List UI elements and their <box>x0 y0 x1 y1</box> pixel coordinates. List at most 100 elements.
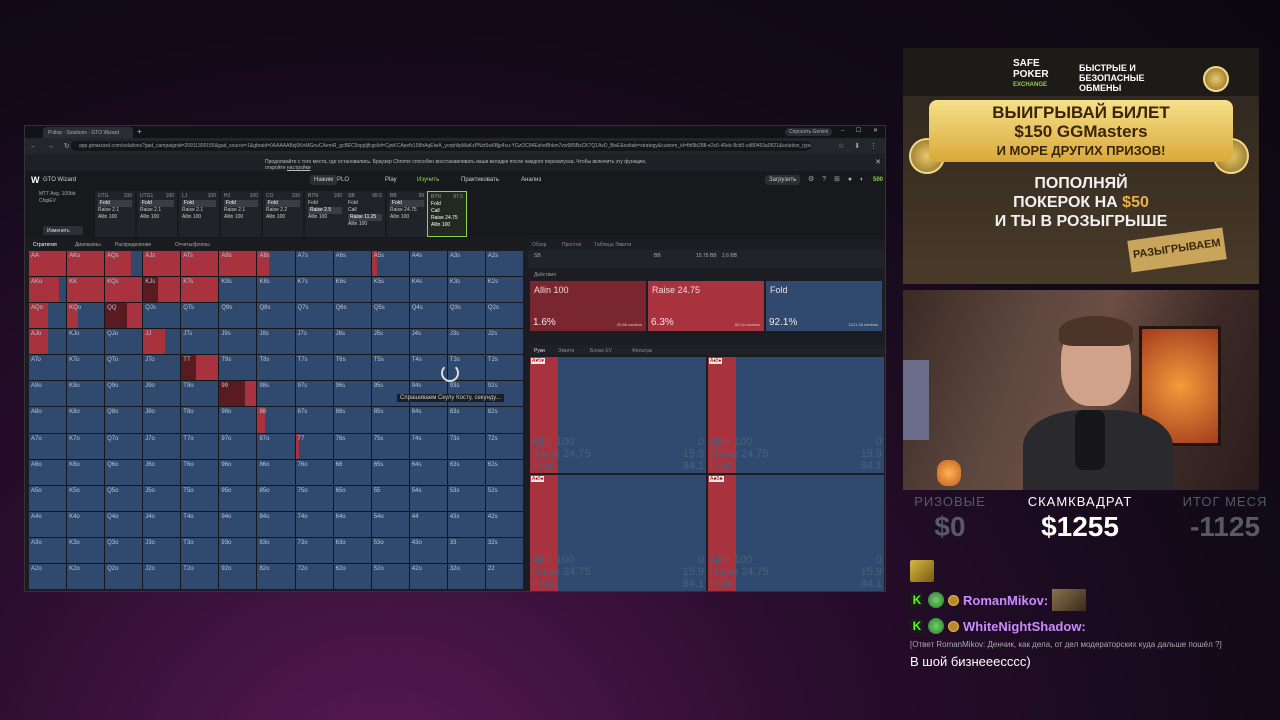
hand-cell[interactable]: 64s <box>409 459 447 485</box>
position-action[interactable]: Fold <box>98 200 132 207</box>
hand-cell[interactable]: J8o <box>143 407 181 433</box>
tab-blockers[interactable]: Блоки EV <box>590 348 612 354</box>
url-field[interactable]: app.gtowizard.com/solutions?gad_campaign… <box>71 141 811 151</box>
chat-username[interactable]: WhiteNightShadow: <box>963 619 1086 634</box>
hand-cell[interactable]: KTs <box>181 277 219 303</box>
hand-cell[interactable]: 85o <box>257 485 295 511</box>
hand-cell[interactable]: J4o <box>143 511 181 537</box>
hand-cell[interactable]: A3s <box>447 251 485 277</box>
hand-cell[interactable]: 42o <box>409 563 447 589</box>
position-action[interactable]: Raise 24.75 <box>390 207 424 214</box>
hand-cell[interactable]: 84s <box>409 407 447 433</box>
position-action[interactable]: Raise 11.25 <box>348 214 382 221</box>
hand-cell[interactable]: K8o <box>67 407 105 433</box>
hand-cell[interactable]: 82s <box>485 407 523 433</box>
hand-cell[interactable]: TT <box>181 355 219 381</box>
hand-cell[interactable]: 54s <box>409 485 447 511</box>
hand-cell[interactable]: K8s <box>257 277 295 303</box>
hand-cell[interactable]: 63o <box>333 537 371 563</box>
hand-cell[interactable]: 76s <box>333 433 371 459</box>
hand-cell[interactable]: K5o <box>67 485 105 511</box>
hand-cell[interactable]: Q2s <box>485 303 523 329</box>
hand-cell[interactable]: K6s <box>333 277 371 303</box>
hand-cell[interactable]: 73o <box>295 537 333 563</box>
hand-cell[interactable]: A6o <box>29 459 67 485</box>
hand-cell[interactable]: Q6s <box>333 303 371 329</box>
hand-cell[interactable]: 64o <box>333 511 371 537</box>
hand-cell[interactable]: K2s <box>485 277 523 303</box>
position-card[interactable]: UTG 100 Fold Raise 2.1 Allin 100 <box>95 191 135 237</box>
hand-cell[interactable]: 55 <box>371 485 409 511</box>
hand-cell[interactable]: 33 <box>447 537 485 563</box>
hand-cell[interactable]: 99 <box>219 381 257 407</box>
hand-cell[interactable]: J7o <box>143 433 181 459</box>
tab-hands[interactable]: Руки <box>534 348 545 354</box>
position-action[interactable]: Fold <box>266 200 300 207</box>
hand-cell[interactable]: A9s <box>219 251 257 277</box>
tab-equity[interactable]: Таблица Эквити <box>594 242 631 248</box>
hand-cell[interactable]: 32o <box>447 563 485 589</box>
hand-cell[interactable]: J2o <box>143 563 181 589</box>
hand-cell[interactable]: 76o <box>295 459 333 485</box>
position-action[interactable]: Allin 100 <box>140 214 174 221</box>
hand-cell[interactable]: 65o <box>333 485 371 511</box>
hand-cell[interactable]: K7o <box>67 433 105 459</box>
hand-cell[interactable]: 44 <box>409 511 447 537</box>
hand-cell[interactable]: 43o <box>409 537 447 563</box>
position-action[interactable]: Allin 100 <box>390 214 424 221</box>
hand-cell[interactable]: K7s <box>295 277 333 303</box>
hand-cell[interactable]: Q6o <box>105 459 143 485</box>
position-action[interactable]: Allin 100 <box>98 214 132 221</box>
browser-tab[interactable]: Pctlop · Solutions · GTO Wizard <box>43 127 133 138</box>
tab-distribution[interactable]: Распределение <box>115 242 151 248</box>
hand-cell[interactable]: 65s <box>371 459 409 485</box>
hand-cell[interactable]: Q9s <box>219 303 257 329</box>
hand-cell[interactable]: J5s <box>371 329 409 355</box>
browser-toolbar-icons[interactable]: ☆ ⬇ ⋮ <box>838 142 881 150</box>
position-action[interactable]: Fold <box>140 200 174 207</box>
hand-cell[interactable]: 72s <box>485 433 523 459</box>
tab-ranges[interactable]: Диапазоны <box>75 242 101 248</box>
hand-cell[interactable]: 87s <box>295 407 333 433</box>
hand-cell[interactable]: 52s <box>485 485 523 511</box>
hand-cell[interactable]: K4o <box>67 511 105 537</box>
hand-cell[interactable]: 87o <box>257 433 295 459</box>
hand-cell[interactable]: KK <box>67 277 105 303</box>
hand-cell[interactable]: K6o <box>67 459 105 485</box>
hand-cell[interactable]: Q8o <box>105 407 143 433</box>
hand-cell[interactable]: KQs <box>105 277 143 303</box>
hand-cell[interactable]: K4s <box>409 277 447 303</box>
new-tab-button[interactable]: + <box>137 127 142 136</box>
position-action[interactable]: Allin 100 <box>348 221 382 228</box>
position-card[interactable]: SB 99.5 Fold Call Raise 11.25 Allin 100 <box>345 191 385 237</box>
hand-cell[interactable]: 98s <box>257 381 295 407</box>
action-fold[interactable]: Fold 92.1% 1221.16 combos <box>766 281 882 331</box>
hand-cell[interactable]: 93o <box>219 537 257 563</box>
tab-filters[interactable]: Фильтры <box>632 348 652 354</box>
hand-cell[interactable]: Q3s <box>447 303 485 329</box>
hand-cell[interactable]: T9o <box>181 381 219 407</box>
hand-cell[interactable]: J9o <box>143 381 181 407</box>
window-controls[interactable]: – ☐ ✕ <box>841 127 883 134</box>
hand-cell[interactable]: AQo <box>29 303 67 329</box>
hand-cell[interactable]: Q4s <box>409 303 447 329</box>
position-action[interactable]: Fold <box>390 200 424 207</box>
hand-cell[interactable]: T2s <box>485 355 523 381</box>
hand-cell[interactable]: 97o <box>219 433 257 459</box>
position-action[interactable]: Allin 100 <box>224 214 258 221</box>
hand-cell[interactable]: A3o <box>29 537 67 563</box>
hand-cell[interactable]: 22 <box>485 563 523 589</box>
hand-cell[interactable]: A5o <box>29 485 67 511</box>
action-raise[interactable]: Raise 24.75 6.3% 82.04 combos <box>648 281 764 331</box>
hand-cell[interactable]: J6s <box>333 329 371 355</box>
hand-cell[interactable]: Q9o <box>105 381 143 407</box>
hand-cell[interactable]: 42s <box>485 511 523 537</box>
hand-cell[interactable]: Q3o <box>105 537 143 563</box>
position-action[interactable]: Raise 2.1 <box>182 207 216 214</box>
hand-cell[interactable]: 85s <box>371 407 409 433</box>
position-action[interactable]: Fold <box>431 201 463 208</box>
hand-cell[interactable]: T8s <box>257 355 295 381</box>
hand-cell[interactable]: 94o <box>219 511 257 537</box>
position-action[interactable]: Raise 24.75 <box>431 215 463 222</box>
hand-cell[interactable]: 88 <box>257 407 295 433</box>
